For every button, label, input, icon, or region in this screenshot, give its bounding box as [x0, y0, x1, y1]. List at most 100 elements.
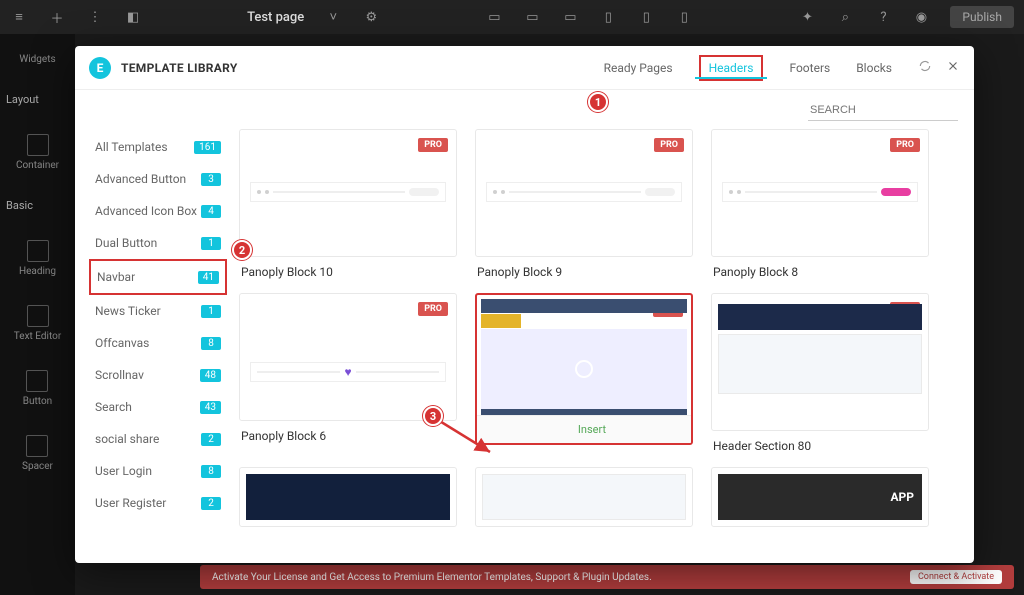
tab-footers[interactable]: Footers: [789, 46, 830, 89]
category-count-badge: 161: [194, 141, 221, 154]
section-layout: Layout: [0, 93, 39, 106]
mobile-icon[interactable]: ▯: [675, 8, 693, 26]
category-count-badge: 4: [201, 205, 221, 218]
card-row3-3[interactable]: PRO APP: [711, 467, 929, 527]
text-editor-widget[interactable]: Text Editor: [14, 305, 61, 342]
category-navbar[interactable]: Navbar 41: [89, 259, 227, 295]
category-label: Offcanvas: [95, 336, 149, 350]
category-advanced-icon-box[interactable]: Advanced Icon Box 4: [89, 195, 227, 227]
category-search[interactable]: Search 43: [89, 391, 227, 423]
laptop-icon[interactable]: ▭: [523, 8, 541, 26]
widgets-tab[interactable]: Widgets: [19, 54, 55, 65]
heading-widget[interactable]: Heading: [19, 240, 56, 277]
category-user-login[interactable]: User Login 8: [89, 455, 227, 487]
search-row: [75, 90, 974, 125]
card-panoply-block-6[interactable]: PRO ♥ Panoply Block 6: [239, 293, 457, 453]
card-panoply-block-9[interactable]: PRO Panoply Block 9: [475, 129, 693, 279]
category-label: User Register: [95, 496, 166, 510]
category-label: Search: [95, 400, 132, 414]
category-dual-button[interactable]: Dual Button 1: [89, 227, 227, 259]
category-count-badge: 2: [201, 433, 221, 446]
layers-icon[interactable]: ◧: [124, 8, 142, 26]
category-count-badge: 2: [201, 497, 221, 510]
magnify-icon: [575, 360, 593, 378]
card-label: Panoply Block 9: [475, 257, 693, 279]
category-label: User Login: [95, 464, 152, 478]
template-grid: PRO Panoply Block 10 PRO Panoply Block 9…: [235, 125, 974, 563]
callout-3: 3: [423, 406, 443, 426]
category-count-badge: 43: [200, 401, 221, 414]
library-logo-icon: E: [89, 57, 111, 79]
sync-icon[interactable]: [918, 59, 932, 76]
bell-icon[interactable]: ✦: [798, 8, 816, 26]
help-icon[interactable]: ?: [874, 8, 892, 26]
tab-ready-pages[interactable]: Ready Pages: [604, 46, 673, 89]
card-label: Panoply Block 6: [239, 421, 457, 443]
card-header-section-80[interactable]: PRO Header Section 80: [711, 293, 929, 453]
logo-icon[interactable]: ≡: [10, 8, 28, 26]
category-offcanvas[interactable]: Offcanvas 8: [89, 327, 227, 359]
mobile-wide-icon[interactable]: ▯: [637, 8, 655, 26]
card-label: Header Section 80: [711, 431, 929, 453]
tablet-wide-icon[interactable]: ▭: [561, 8, 579, 26]
card-insert-highlight[interactable]: PRO Insert: [475, 293, 693, 453]
category-label: Scrollnav: [95, 368, 144, 382]
card-label: Panoply Block 10: [239, 257, 457, 279]
callout-2: 2: [232, 240, 252, 260]
settings-icon[interactable]: ⋮: [86, 8, 104, 26]
connect-activate-button[interactable]: Connect & Activate: [910, 570, 1002, 584]
close-icon[interactable]: [946, 59, 960, 76]
category-count-badge: 1: [201, 305, 221, 318]
category-label: Advanced Icon Box: [95, 204, 197, 218]
category-list: All Templates161Advanced Button3Advanced…: [75, 125, 235, 563]
category-count-badge: 48: [200, 369, 221, 382]
card-row3-1[interactable]: PRO: [239, 467, 457, 527]
insert-button[interactable]: Insert: [578, 423, 606, 436]
modal-title: TEMPLATE LIBRARY: [121, 61, 238, 75]
category-social-share[interactable]: social share 2: [89, 423, 227, 455]
category-label: Dual Button: [95, 236, 157, 250]
search-icon[interactable]: ⌕: [836, 8, 854, 26]
search-input[interactable]: [808, 100, 958, 121]
template-library-modal: E TEMPLATE LIBRARY Ready Pages Headers F…: [75, 46, 974, 563]
card-panoply-block-10[interactable]: PRO Panoply Block 10: [239, 129, 457, 279]
add-icon[interactable]: ＋: [48, 8, 66, 26]
category-count-badge: 8: [201, 465, 221, 478]
category-label: Advanced Button: [95, 172, 186, 186]
pro-badge: PRO: [418, 302, 448, 316]
modal-header: E TEMPLATE LIBRARY Ready Pages Headers F…: [75, 46, 974, 90]
tablet-icon[interactable]: ▯: [599, 8, 617, 26]
modal-tabs: Ready Pages Headers Footers Blocks: [604, 46, 892, 89]
button-widget[interactable]: Button: [23, 370, 52, 407]
category-news-ticker[interactable]: News Ticker1: [89, 295, 227, 327]
tab-blocks[interactable]: Blocks: [856, 46, 892, 89]
card-panoply-block-8[interactable]: PRO Panoply Block 8: [711, 129, 929, 279]
desktop-icon[interactable]: ▭: [485, 8, 503, 26]
page-title[interactable]: Test page: [247, 10, 304, 25]
preview-icon[interactable]: ◉: [912, 8, 930, 26]
license-banner: Activate Your License and Get Access to …: [200, 565, 1014, 589]
spacer-widget[interactable]: Spacer: [22, 435, 53, 472]
category-count-badge: 1: [201, 237, 221, 250]
container-widget[interactable]: Container: [16, 134, 59, 171]
category-user-register[interactable]: User Register 2: [89, 487, 227, 519]
chevron-down-icon[interactable]: ˅: [324, 8, 342, 26]
publish-button[interactable]: Publish: [950, 6, 1014, 28]
category-count-badge: 41: [198, 271, 219, 284]
gear-icon[interactable]: ⚙: [362, 8, 380, 26]
card-row3-2[interactable]: PRO: [475, 467, 693, 527]
license-text: Activate Your License and Get Access to …: [212, 572, 652, 583]
pro-badge: PRO: [654, 138, 684, 152]
category-count-badge: 8: [201, 337, 221, 350]
category-scrollnav[interactable]: Scrollnav 48: [89, 359, 227, 391]
category-all-templates[interactable]: All Templates 161: [89, 131, 227, 163]
category-label: social share: [95, 432, 159, 446]
tab-headers[interactable]: Headers: [699, 55, 764, 81]
category-advanced-button[interactable]: Advanced Button3: [89, 163, 227, 195]
callout-1: 1: [588, 92, 608, 112]
category-label: All Templates: [95, 140, 168, 154]
category-label: Navbar: [97, 270, 135, 284]
pro-badge: PRO: [890, 138, 920, 152]
pro-badge: PRO: [418, 138, 448, 152]
card-label: Panoply Block 8: [711, 257, 929, 279]
